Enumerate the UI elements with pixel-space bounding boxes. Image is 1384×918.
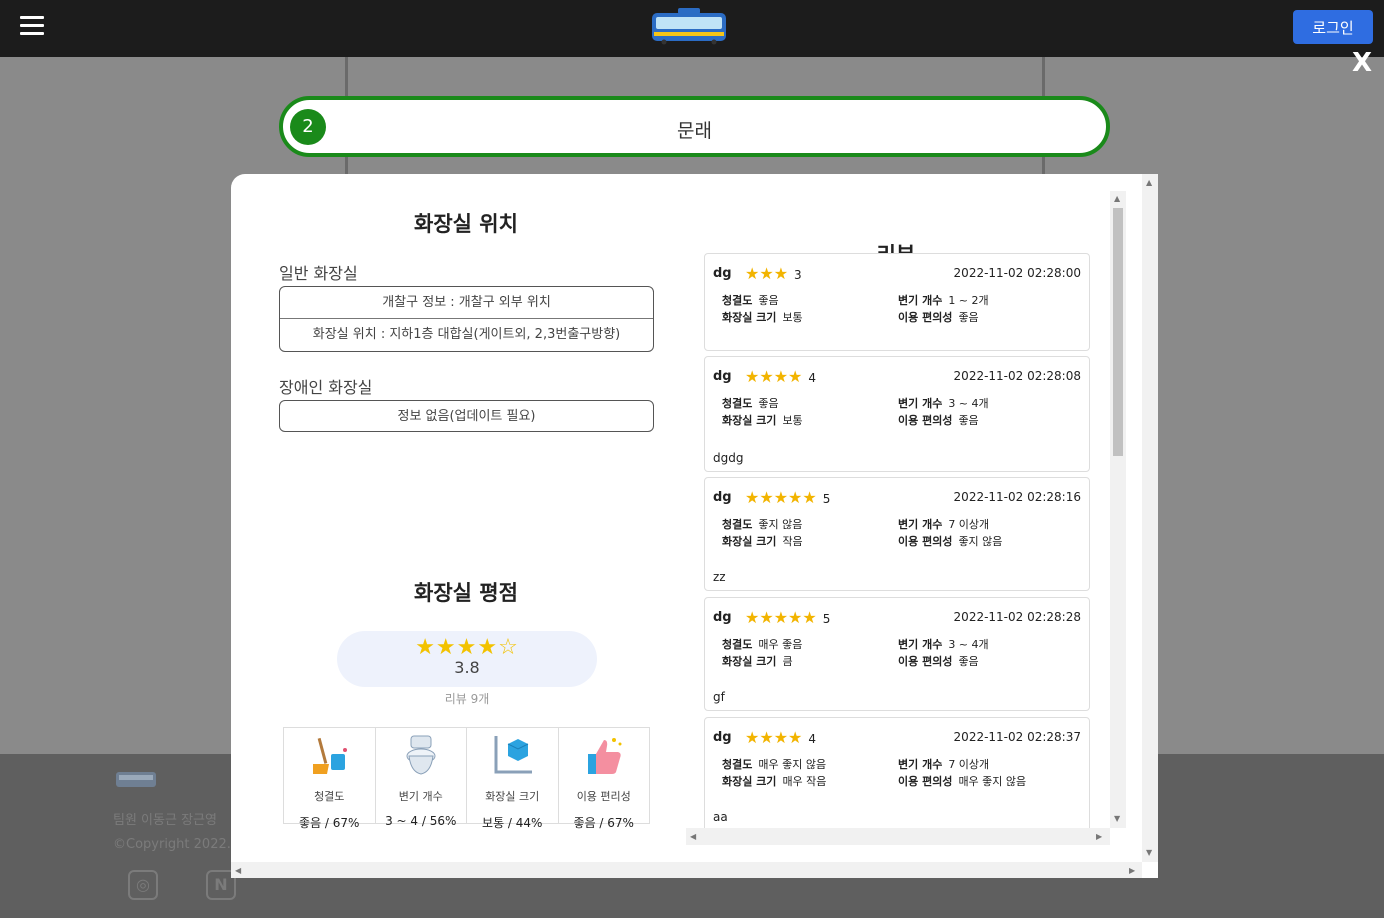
review-count: 리뷰 9개 [444,692,490,706]
gate-info: 개찰구 정보 : 개찰구 외부 위치 [382,295,551,310]
modal-vertical-scrollbar[interactable]: ▲ ▼ [1142,174,1158,862]
general-toilet-info: 개찰구 정보 : 개찰구 외부 위치 화장실 위치 : 지하1층 대합실(게이트… [279,286,654,352]
reviews-horizontal-scrollbar[interactable]: ◀ ▶ [686,828,1110,845]
stat-cleanliness: 청결도 좋음 / 67% [284,728,376,830]
review-size: 매우 작음 [782,775,827,788]
review-comment: gf [713,690,725,704]
close-button[interactable]: X [1352,48,1372,78]
stat-label: 화장실 크기 [485,790,540,803]
review-user: dg [713,266,732,281]
thumbs-up-icon [587,738,622,774]
stat-toilet-count: 변기 개수 3 ~ 4 / 56% [376,728,467,828]
review-card: dg ★★★★★ 5 2022-11-02 02:28:16 청결도 좋지 않음 변… [704,477,1090,591]
review-card: dg ★★★★ 4 2022-11-02 02:28:08 청결도 좋음 변기 개수… [704,356,1090,472]
subway-train-logo[interactable] [648,5,730,45]
toilet-icon [406,735,436,775]
review-date: 2022-11-02 02:28:16 [953,490,1081,504]
rating-summary: ★★★★☆ 3.8 [337,631,597,687]
review-clean: 좋지 않음 [758,518,803,531]
toilet-location-info: 화장실 위치 : 지하1층 대합실(게이트외, 2,3번출구방향) [280,318,653,349]
stat-label: 변기 개수 [398,790,443,803]
review-card: dg ★★★★★ 5 2022-11-02 02:28:28 청결도 매우 좋음 변… [704,597,1090,711]
rating-score: 3.8 [454,658,480,677]
review-score: 3 [794,268,802,282]
general-toilet-label: 일반 화장실 [279,264,358,283]
disabled-toilet-info: 정보 없음(업데이트 필요) [279,400,654,432]
footer-copyright: ©Copyright 2022. Ji [113,837,243,852]
disabled-info-row: 정보 없음(업데이트 필요) [397,409,536,424]
review-clean: 좋음 [758,294,779,307]
review-count-value: 7 이상개 [948,758,990,771]
review-count-value: 7 이상개 [948,518,990,531]
review-comment: zz [713,570,726,584]
review-stars: ★★★★ 4 [745,728,817,747]
review-stars: ★★★★★ 5 [745,488,831,507]
review-card: dg ★★★★ 4 2022-11-02 02:28:37 청결도 매우 좋지 않음… [704,717,1090,837]
review-clean: 매우 좋음 [758,638,803,651]
review-count-value: 3 ~ 4개 [948,397,989,410]
reviews-panel[interactable]: 리뷰 dg ★★★3 2022-11-02 02:28:00 청결도좋음 변기 … [686,191,1126,845]
stat-toilet-size: 화장실 크기 보통 / 44% [467,728,559,830]
review-size: 작음 [782,535,803,548]
review-clean: 매우 좋지 않음 [758,758,827,771]
toilet-info-modal: 화장실 위치 일반 화장실 개찰구 정보 : 개찰구 외부 위치 화장실 위치 … [231,174,1158,878]
review-date: 2022-11-02 02:28:08 [953,369,1081,383]
review-score: 5 [822,612,831,626]
rating-stars: ★★★★☆ [415,635,519,660]
rating-stats-table: 청결도 좋음 / 67% 변기 개수 3 ~ 4 / 56% 화장실 크기 보통… [283,727,650,830]
stat-value: 좋음 / 67% [299,816,360,830]
review-date: 2022-11-02 02:28:00 [953,266,1081,280]
review-score: 4 [808,371,817,385]
review-user: dg [713,490,732,505]
review-clean: 좋음 [758,397,779,410]
stat-label: 이용 편리성 [576,790,631,803]
stat-value: 보통 / 44% [482,816,543,830]
review-score: 5 [822,492,831,506]
rating-title: 화장실 평점 [414,581,518,605]
review-size: 보통 [782,414,803,427]
review-user: dg [713,369,732,384]
footer-train-logo [116,772,156,787]
review-convenience: 매우 좋지 않음 [958,775,1027,788]
review-convenience: 좋음 [958,655,979,668]
review-size: 큼 [782,655,793,668]
review-user: dg [713,610,732,625]
review-date: 2022-11-02 02:28:28 [953,610,1081,624]
menu-icon[interactable] [20,16,44,38]
stat-value: 좋음 / 67% [573,816,634,830]
review-date: 2022-11-02 02:28:37 [953,730,1081,744]
reviews-vertical-scrollbar[interactable]: ▲ ▼ [1110,191,1126,828]
station-name: 문래 [677,120,712,142]
top-bar: 로그인 [0,0,1384,57]
reviews-scroll-thumb[interactable] [1113,208,1123,456]
footer-team: 팀원 이동근 장근영 [113,813,217,828]
review-convenience: 좋음 [958,414,979,427]
github-icon[interactable]: ◎ [128,870,158,900]
review-convenience: 좋음 [958,311,979,324]
modal-horizontal-scrollbar[interactable]: ◀ ▶ [231,862,1142,878]
stat-label: 청결도 [314,790,345,803]
review-stars: ★★★★ 4 [745,367,817,386]
review-stars: ★★★★★ 5 [745,608,831,627]
review-card: dg ★★★ 3 2022-11-02 02:28:00 청결도 좋음 변기 개수 1… [704,253,1090,351]
review-count-value: 3 ~ 4개 [948,638,989,651]
review-stars: ★★★ 3 [745,264,802,283]
review-convenience: 좋지 않음 [958,535,1003,548]
review-size: 보통 [782,311,803,324]
stat-value: 3 ~ 4 / 56% [385,814,457,828]
review-user: dg [713,730,732,745]
review-count-value: 1 ~ 2개 [948,294,989,307]
review-comment: dgdg [713,451,744,465]
broom-bucket-icon [313,737,348,774]
login-button[interactable]: 로그인 [1293,10,1373,44]
review-score: 4 [808,732,817,746]
stat-convenience: 이용 편리성 좋음 / 67% [559,728,650,830]
disabled-toilet-label: 장애인 화장실 [279,378,373,397]
cube-axes-icon [494,736,533,774]
review-comment: aa [713,810,728,824]
location-title: 화장실 위치 [414,212,518,236]
station-header: 2 문래 [279,96,1110,157]
